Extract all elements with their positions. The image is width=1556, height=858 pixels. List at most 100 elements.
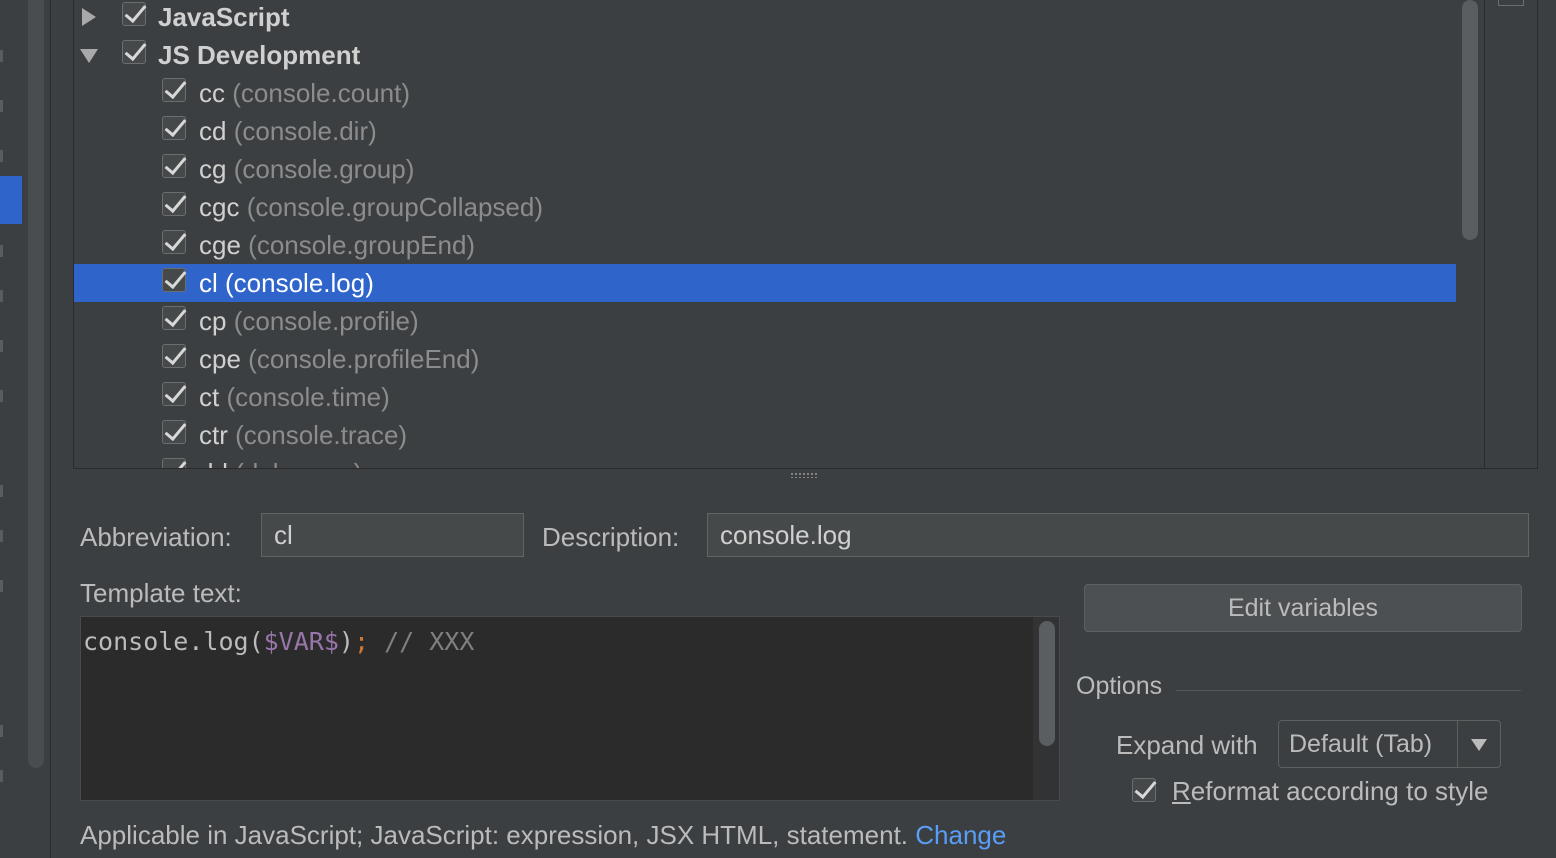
tree-expand-arrow-icon[interactable]	[82, 8, 96, 26]
code-comment: // XXX	[384, 627, 475, 656]
dropdown-arrow-icon[interactable]	[1471, 739, 1487, 751]
gutter-mark	[0, 530, 3, 542]
item-desc: (debugger)	[235, 458, 362, 469]
item-abbr: cc	[199, 77, 225, 108]
item-desc: (console.trace)	[235, 419, 408, 450]
live-templates-tree[interactable]: JavaScript JS Development cc (console.co…	[73, 0, 1538, 469]
gutter-mark	[0, 290, 3, 302]
tree-item-cc[interactable]: cc (console.count)	[74, 74, 1456, 112]
tree-item-cp[interactable]: cp (console.profile)	[74, 302, 1456, 340]
tree-collapse-arrow-icon[interactable]	[80, 49, 98, 63]
checkbox-checked-icon[interactable]	[162, 268, 186, 292]
item-desc: (console.dir)	[233, 115, 377, 146]
code-paren: )	[338, 627, 354, 656]
abbreviation-label: Abbreviation:	[80, 522, 232, 552]
panel-divider	[50, 0, 51, 858]
description-label: Description:	[542, 522, 680, 552]
tree-group-javascript[interactable]: JavaScript	[74, 0, 1456, 36]
template-text-editor[interactable]: console.log($VAR$); // XXX	[80, 616, 1060, 801]
group-label: JavaScript	[158, 1, 290, 32]
left-panel-scrollbar[interactable]	[28, 0, 44, 768]
gutter-mark	[0, 340, 3, 352]
tree-item-cge[interactable]: cge (console.groupEnd)	[74, 226, 1456, 264]
gutter-mark	[0, 150, 3, 162]
checkbox-checked-icon[interactable]	[162, 116, 186, 140]
options-label: Options	[1076, 672, 1163, 700]
gutter-mark	[0, 390, 3, 402]
checkbox-checked-icon[interactable]	[162, 154, 186, 178]
description-field[interactable]: console.log	[707, 513, 1529, 557]
tree-item-dd[interactable]: dd (debugger)	[74, 454, 1456, 469]
tree-group-js-development[interactable]: JS Development	[74, 36, 1456, 74]
checkbox-checked-icon[interactable]	[162, 230, 186, 254]
tree-item-ct[interactable]: ct (console.time)	[74, 378, 1456, 416]
expand-with-label: Expand with	[1116, 730, 1258, 760]
template-text-label: Template text:	[80, 578, 242, 608]
checkbox-checked-icon[interactable]	[122, 40, 146, 64]
reformat-label[interactable]: Reformat according to style	[1172, 776, 1488, 807]
item-desc: (console.profile)	[233, 305, 419, 336]
tree-item-cpe[interactable]: cpe (console.profileEnd)	[74, 340, 1456, 378]
item-desc: (console.profileEnd)	[248, 343, 480, 374]
change-link[interactable]: Change	[915, 820, 1006, 850]
code-variable: $VAR$	[263, 627, 339, 656]
gutter-mark	[0, 770, 3, 782]
template-code[interactable]: console.log($VAR$); // XXX	[83, 627, 474, 656]
checkbox-checked-icon[interactable]	[162, 344, 186, 368]
reformat-text: eformat according to style	[1190, 776, 1489, 806]
item-desc: (console.groupEnd)	[248, 229, 476, 260]
reformat-mnemonic: R	[1172, 776, 1191, 806]
item-abbr: cl	[199, 267, 218, 298]
checkbox-checked-icon[interactable]	[162, 78, 186, 102]
item-desc: (console.count)	[232, 77, 410, 108]
tree-item-cd[interactable]: cd (console.dir)	[74, 112, 1456, 150]
splitter-grip-icon[interactable]	[790, 472, 818, 478]
options-separator	[1176, 690, 1521, 691]
abbreviation-field[interactable]: cl	[261, 513, 524, 557]
tree-item-ctr[interactable]: ctr (console.trace)	[74, 416, 1456, 454]
item-abbr: dd	[199, 458, 228, 469]
item-abbr: cge	[199, 229, 241, 260]
item-desc: (console.groupCollapsed)	[246, 191, 543, 222]
checkbox-checked-icon[interactable]	[162, 306, 186, 330]
item-desc: (console.group)	[233, 153, 415, 184]
item-abbr: cpe	[199, 343, 241, 374]
checkbox-checked-icon[interactable]	[162, 382, 186, 406]
edit-variables-button[interactable]: Edit variables	[1084, 584, 1522, 632]
item-abbr: cg	[199, 153, 227, 184]
expand-with-select[interactable]: Default (Tab)	[1278, 720, 1501, 768]
toolbar-button-edge[interactable]	[1498, 0, 1524, 6]
gutter-mark	[0, 580, 3, 592]
gutter-mark	[0, 245, 3, 257]
item-abbr: cd	[199, 115, 227, 146]
gutter-selected-marker	[0, 176, 22, 224]
expand-with-value: Default (Tab)	[1289, 730, 1433, 758]
applicable-text: Applicable in JavaScript; JavaScript: ex…	[80, 820, 909, 850]
tree-column-divider	[1484, 0, 1485, 468]
gutter-mark	[0, 100, 3, 112]
tree-scrollbar-thumb[interactable]	[1462, 0, 1478, 240]
checkbox-checked-icon[interactable]	[162, 420, 186, 444]
item-desc: (console.log)	[225, 267, 374, 298]
combo-separator	[1457, 721, 1458, 767]
item-desc: (console.time)	[226, 381, 390, 412]
gutter-mark	[0, 485, 3, 497]
group-label: JS Development	[158, 39, 361, 70]
code-semicolon: ;	[353, 627, 370, 656]
gutter-mark	[0, 50, 3, 62]
gutter-mark	[0, 725, 3, 737]
left-gutter	[0, 0, 22, 858]
tree-item-cgc[interactable]: cgc (console.groupCollapsed)	[74, 188, 1456, 226]
applicable-contexts: Applicable in JavaScript; JavaScript: ex…	[80, 820, 1006, 851]
item-abbr: ct	[199, 381, 220, 412]
editor-scrollbar-thumb[interactable]	[1039, 621, 1055, 746]
checkbox-checked-icon[interactable]	[122, 2, 146, 26]
code-function: console.log(	[83, 627, 264, 656]
item-abbr: ctr	[199, 419, 228, 450]
tree-item-cl-selected[interactable]: cl (console.log)	[74, 264, 1456, 302]
item-abbr: cp	[199, 305, 227, 336]
checkbox-checked-icon[interactable]	[162, 458, 186, 468]
checkbox-checked-icon[interactable]	[162, 192, 186, 216]
reformat-checkbox[interactable]	[1132, 778, 1156, 802]
tree-item-cg[interactable]: cg (console.group)	[74, 150, 1456, 188]
